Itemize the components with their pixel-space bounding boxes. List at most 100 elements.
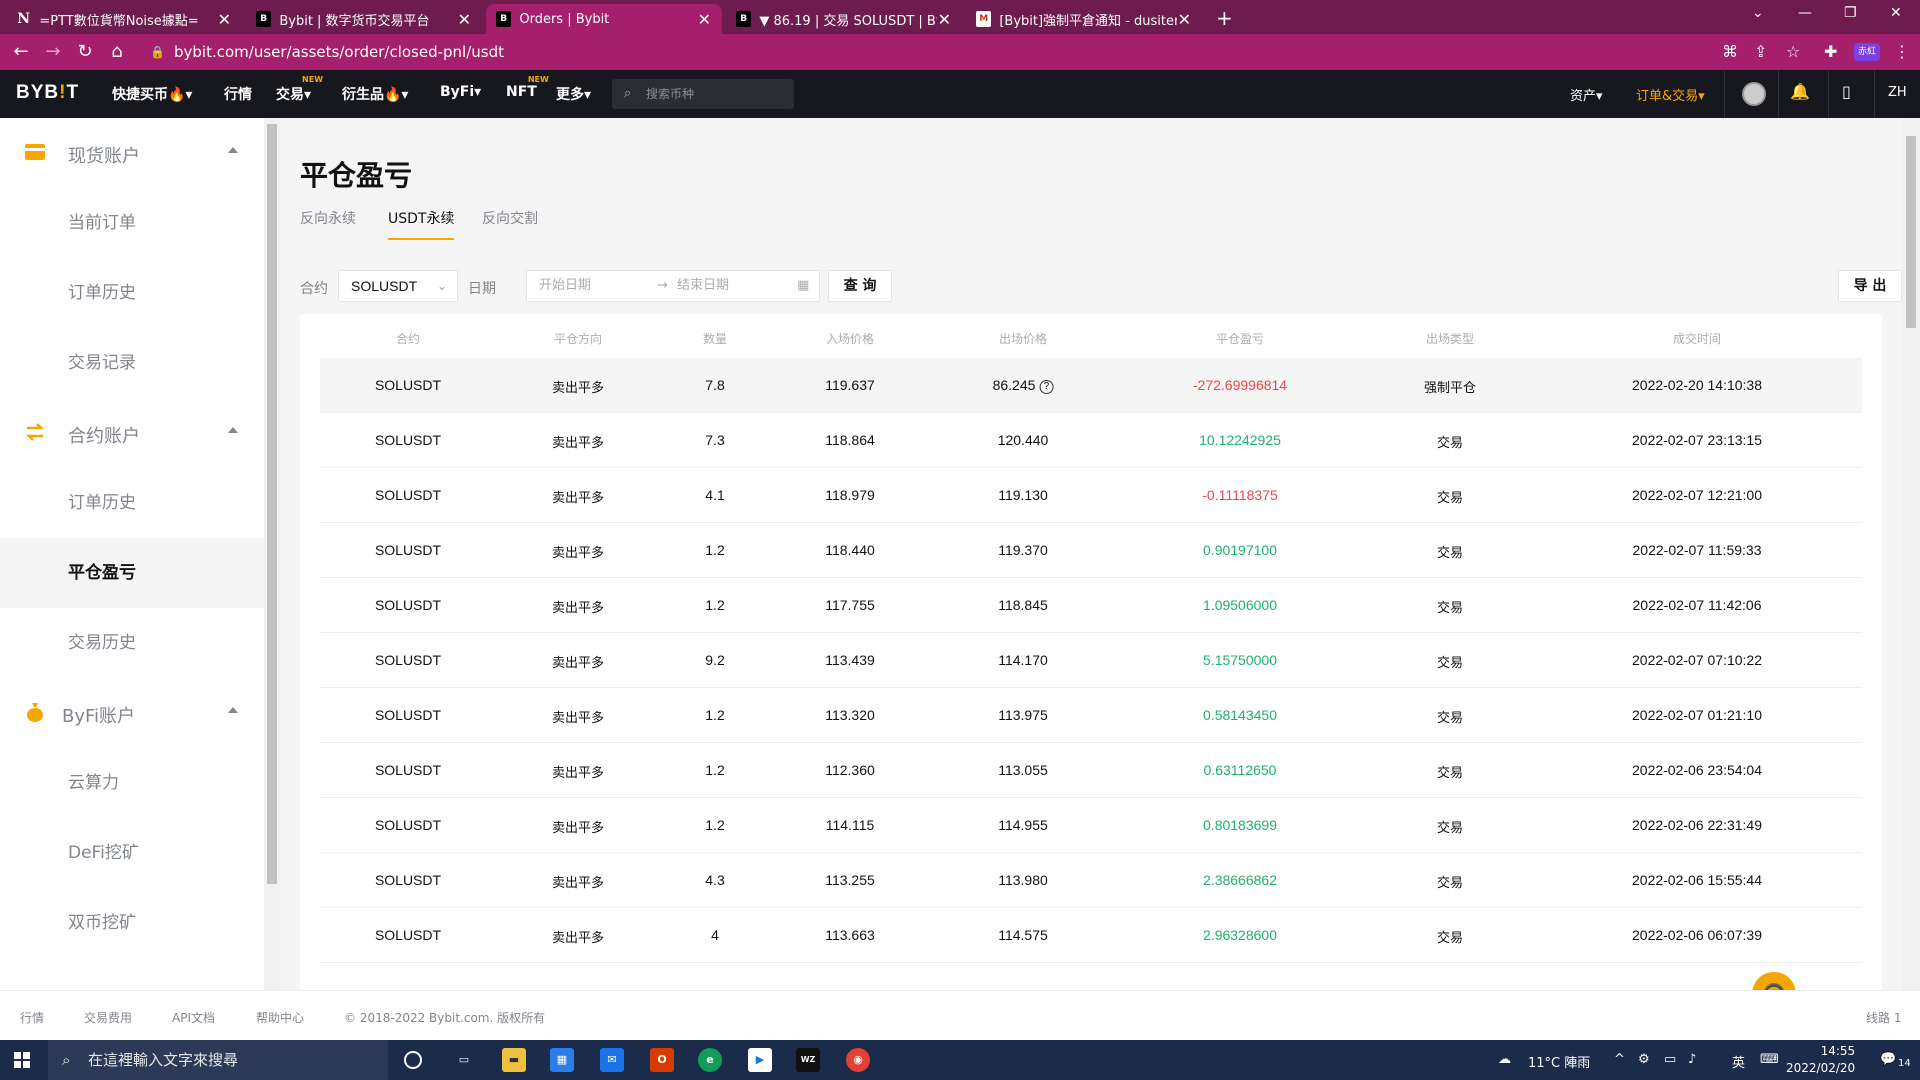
- collapse-caret-icon[interactable]: [228, 427, 238, 433]
- table-row[interactable]: SOLUSDT 卖出平多 4.1 118.979 119.130 -0.11118375 交…: [320, 468, 1862, 523]
- menu-trade[interactable]: 交易▾ NEW: [276, 75, 323, 104]
- collapse-caret-icon[interactable]: [228, 147, 238, 153]
- office-icon[interactable]: O: [650, 1048, 674, 1072]
- table-row[interactable]: SOLUSDT 卖出平多 1.2 118.440 119.370 0.90197100 交易…: [320, 523, 1862, 578]
- menu-quick-buy[interactable]: 快捷买币🔥▾: [112, 84, 192, 104]
- back-icon[interactable]: ←: [10, 41, 32, 62]
- menu-more[interactable]: 更多▾: [556, 84, 591, 104]
- footer-link-fees[interactable]: 交易费用: [84, 1009, 132, 1026]
- close-icon[interactable]: ✕: [937, 10, 952, 29]
- collapse-caret-icon[interactable]: [228, 707, 238, 713]
- bybit-logo[interactable]: BYB!T: [16, 82, 79, 104]
- clock[interactable]: 14:55 2022/02/20: [1786, 1043, 1855, 1077]
- page-scrollbar[interactable]: [1902, 118, 1920, 990]
- taskbar-search-input[interactable]: ⌕ 在這裡輸入文字來搜尋: [48, 1040, 388, 1080]
- coin-search-input[interactable]: ⌕ 搜索币种: [612, 79, 794, 109]
- table-row[interactable]: SOLUSDT 卖出平多 9.2 113.439 114.170 5.15750000 交易…: [320, 633, 1862, 688]
- sidebar-item-dual-mining[interactable]: 双币挖矿: [0, 888, 264, 958]
- table-row[interactable]: SOLUSDT 卖出平多 1.2 112.360 113.055 0.63112650 交易…: [320, 743, 1862, 798]
- reload-icon[interactable]: ↻: [74, 41, 96, 62]
- scrollbar-thumb[interactable]: [1906, 136, 1916, 328]
- tab-usdt-perpetual[interactable]: USDT永续: [388, 208, 455, 240]
- notifications-icon[interactable]: 💬: [1880, 1052, 1896, 1067]
- cortana-icon[interactable]: [404, 1051, 422, 1069]
- browser-tab[interactable]: M [Bybit]強制平倉通知 - dusiter22 ✕: [966, 4, 1202, 34]
- weather-text[interactable]: 11°C 陣雨: [1528, 1052, 1590, 1071]
- table-row[interactable]: SOLUSDT 卖出平多 4.3 113.255 113.980 2.38666862 交易…: [320, 853, 1862, 908]
- query-button[interactable]: 查 询: [828, 270, 892, 302]
- close-icon[interactable]: ✕: [697, 10, 712, 29]
- windows-start-icon[interactable]: [14, 1052, 30, 1068]
- app-icon[interactable]: ▶: [748, 1048, 772, 1072]
- translate-icon[interactable]: ⌘: [1722, 42, 1738, 61]
- mail-icon[interactable]: ✉: [600, 1048, 624, 1072]
- tray-chevron-icon[interactable]: ^: [1614, 1052, 1625, 1067]
- menu-derivatives[interactable]: 衍生品🔥▾: [342, 84, 408, 104]
- edge-icon[interactable]: e: [698, 1048, 722, 1072]
- browser-tab-active[interactable]: B Orders | Bybit ✕: [486, 4, 722, 34]
- minimize-icon[interactable]: —: [1798, 5, 1812, 21]
- menu-markets[interactable]: 行情: [224, 84, 252, 104]
- weather-icon[interactable]: ☁: [1498, 1052, 1511, 1067]
- table-row[interactable]: SOLUSDT 卖出平多 4 113.663 114.575 2.96328600 交易 20…: [320, 908, 1862, 963]
- browser-tab[interactable]: B Bybit | 数字货币交易平台 ✕: [246, 4, 482, 34]
- browser-tab[interactable]: B ▼ 86.19 | 交易 SOLUSDT | Bybit ✕: [726, 4, 962, 34]
- window-close-icon[interactable]: ✕: [1890, 5, 1902, 21]
- share-icon[interactable]: ⇪: [1754, 42, 1767, 61]
- network-icon[interactable]: ▭: [1664, 1052, 1676, 1067]
- table-row[interactable]: SOLUSDT 卖出平多 1.2 117.755 118.845 1.09506000 交易…: [320, 578, 1862, 633]
- contract-select[interactable]: SOLUSDT ⌄: [338, 270, 458, 302]
- sidebar-item-trade-records[interactable]: 交易记录: [0, 328, 264, 398]
- menu-nft[interactable]: NFT NEW: [506, 75, 549, 100]
- assets-menu[interactable]: 资产▾: [1570, 85, 1603, 104]
- task-view-icon[interactable]: ▭: [452, 1048, 476, 1072]
- close-icon[interactable]: ✕: [217, 10, 232, 29]
- store-icon[interactable]: ▦: [550, 1048, 574, 1072]
- mobile-app-icon[interactable]: ▯: [1842, 82, 1851, 101]
- sidebar-item-current-orders[interactable]: 当前订单: [0, 188, 264, 258]
- footer-link-api[interactable]: API文档: [172, 1009, 215, 1026]
- table-row[interactable]: SOLUSDT 卖出平多 7.3 118.864 120.440 10.12242925 交…: [320, 413, 1862, 468]
- maximize-icon[interactable]: ❐: [1844, 5, 1857, 21]
- orders-menu[interactable]: 订单&交易▾: [1636, 85, 1705, 104]
- export-button[interactable]: 导 出: [1838, 270, 1902, 302]
- sidebar-item-order-history[interactable]: 订单历史: [0, 258, 264, 328]
- sidebar-item-closed-pnl[interactable]: 平仓盈亏: [0, 538, 264, 608]
- start-date-input[interactable]: 开始日期: [539, 271, 591, 301]
- ime-indicator[interactable]: 英: [1732, 1052, 1745, 1071]
- warzone-icon[interactable]: WZ: [796, 1048, 820, 1072]
- new-tab-icon[interactable]: +: [1216, 6, 1233, 30]
- keyboard-icon[interactable]: ⌨: [1760, 1052, 1779, 1067]
- sidebar-item-contract-order-history[interactable]: 订单历史: [0, 468, 264, 538]
- close-icon[interactable]: ✕: [457, 10, 472, 29]
- footer-link-markets[interactable]: 行情: [20, 1009, 44, 1026]
- tab-inverse-futures[interactable]: 反向交割: [482, 208, 538, 238]
- language-selector[interactable]: ZH: [1888, 85, 1907, 100]
- footer-link-help[interactable]: 帮助中心: [256, 1009, 304, 1026]
- date-range-picker[interactable]: 开始日期 → 结束日期 ▦: [526, 270, 820, 302]
- bookmark-star-icon[interactable]: ☆: [1786, 42, 1800, 61]
- profile-badge[interactable]: 赤紅: [1854, 43, 1880, 61]
- tab-inverse-perpetual[interactable]: 反向永续: [300, 208, 356, 238]
- end-date-input[interactable]: 结束日期: [677, 271, 729, 301]
- chrome-icon[interactable]: ◉: [846, 1048, 870, 1072]
- browser-tab[interactable]: N =PTT數位貨幣Noise據點= ✕: [6, 4, 242, 34]
- avatar[interactable]: [1742, 82, 1766, 106]
- table-row[interactable]: SOLUSDT 卖出平多 1.2 113.320 113.975 0.58143450 交易…: [320, 688, 1862, 743]
- sidebar-group-spot[interactable]: 现货账户: [0, 118, 264, 188]
- tab-search-icon[interactable]: ⌄: [1752, 5, 1764, 21]
- sidebar-item-cloud-mining[interactable]: 云算力: [0, 748, 264, 818]
- scrollbar-thumb[interactable]: [267, 124, 277, 884]
- volume-icon[interactable]: ♪: [1688, 1052, 1696, 1067]
- line-selector[interactable]: 线路 1: [1866, 1009, 1901, 1026]
- forward-icon[interactable]: →: [42, 41, 64, 62]
- help-question-icon[interactable]: ?: [1039, 380, 1054, 394]
- sidebar-scrollbar[interactable]: [264, 118, 280, 990]
- more-menu-icon[interactable]: ⋮: [1894, 42, 1910, 61]
- sidebar-item-defi-mining[interactable]: DeFi挖矿: [0, 818, 264, 888]
- extensions-icon[interactable]: ✚: [1824, 42, 1837, 61]
- table-row[interactable]: SOLUSDT 卖出平多 1.2 114.115 114.955 0.80183699 交易…: [320, 798, 1862, 853]
- table-row[interactable]: SOLUSDT 卖出平多 7.8 119.637 86.245? -272.6999681…: [320, 358, 1862, 413]
- menu-byfi[interactable]: ByFi▾: [440, 84, 481, 100]
- close-icon[interactable]: ✕: [1177, 10, 1192, 29]
